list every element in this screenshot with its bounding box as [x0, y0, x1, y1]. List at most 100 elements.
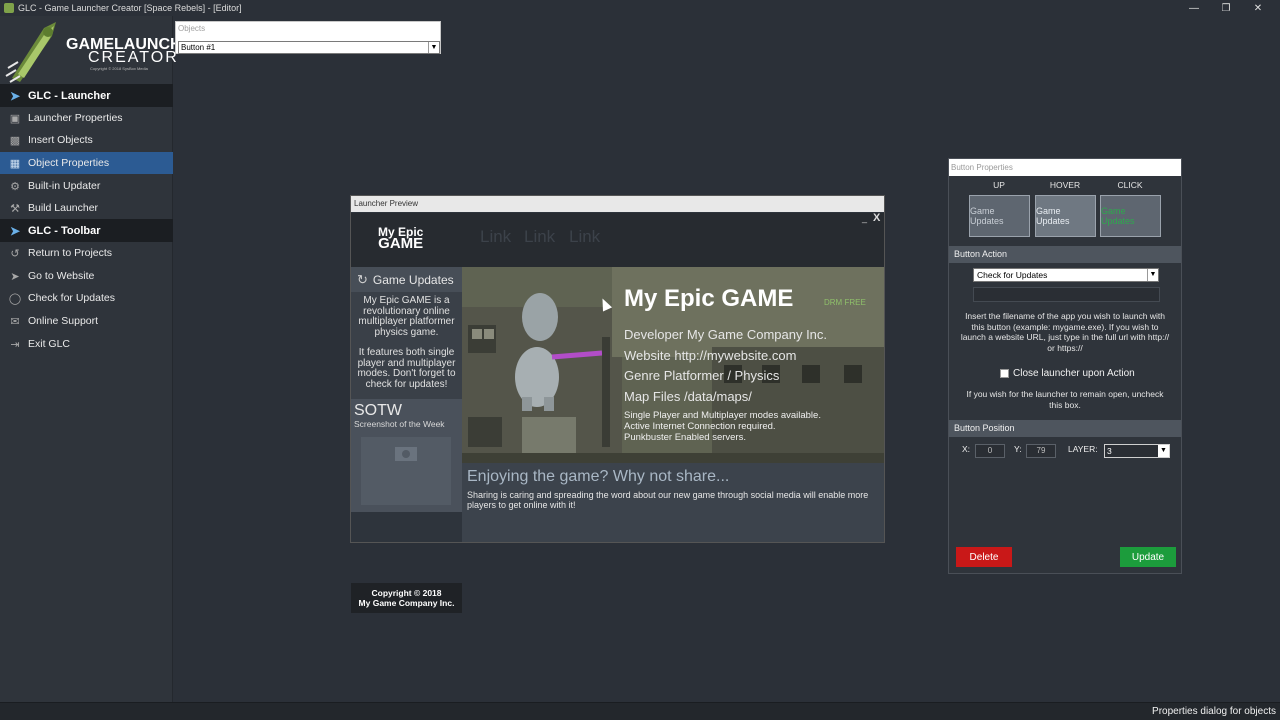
layer-value: 3: [1107, 446, 1112, 456]
info-line-1: Single Player and Multiplayer modes avai…: [624, 410, 821, 421]
drm-badge: DRM FREE: [824, 298, 866, 307]
state-preview-click: Game Updates: [1101, 206, 1135, 226]
sotw-panel: SOTW Screenshot of the Week: [351, 399, 462, 512]
action-help-text: Insert the filename of the app you wish …: [960, 311, 1170, 353]
button-position-section: Button Position: [949, 420, 1181, 437]
build-icon: ⚒: [10, 202, 20, 215]
layer-label: LAYER:: [1068, 444, 1098, 454]
insert-icon: ▩: [9, 134, 21, 147]
preview-main-banner: My Epic GAME DRM FREE Developer My Game …: [462, 267, 884, 463]
sidebar: GAMELAUNCHER CREATOR Copyright © 2018 Sy…: [0, 16, 204, 702]
sidebar-item-go-to-website[interactable]: ➤ Go to Website: [0, 265, 173, 287]
button-action-dropdown[interactable]: Check for Updates ▼: [973, 268, 1159, 282]
button-properties-panel: Button Properties UP HOVER CLICK Game Up…: [948, 158, 1182, 574]
rocket-icon: ➤: [9, 88, 21, 103]
objects-selected: Button #1: [181, 43, 216, 52]
copyright-line-2: My Game Company Inc.: [358, 597, 455, 608]
state-image-up[interactable]: Game Updates: [969, 195, 1030, 237]
preview-description-2: It features both single player and multi…: [357, 347, 456, 390]
exit-icon: ⇥: [10, 338, 20, 351]
y-label: Y:: [1014, 444, 1022, 454]
objects-panel: Objects Button #1 ▼: [175, 21, 441, 54]
button-action-section: Button Action: [949, 246, 1181, 263]
restore-button[interactable]: ❐: [1210, 0, 1242, 16]
chevron-down-icon: ▼: [428, 42, 439, 53]
chevron-down-icon: ▼: [1147, 269, 1158, 281]
window-controls: — ❐ ✕: [1178, 0, 1274, 16]
x-label: X:: [962, 444, 971, 454]
status-text: Properties dialog for objects: [1152, 706, 1276, 717]
sidebar-item-object-properties[interactable]: ▦ Object Properties: [0, 152, 173, 174]
preview-header: My Epic GAME Link Link Link _ X: [351, 212, 884, 267]
preview-left-panel: ↻ Game Updates My Epic GAME is a revolut…: [351, 267, 462, 613]
rocket-icon: ➤: [9, 223, 21, 238]
layer-dropdown[interactable]: 3 ▼: [1104, 444, 1170, 458]
minimize-button[interactable]: —: [1178, 0, 1210, 16]
state-image-hover[interactable]: Game Updates: [1035, 195, 1096, 237]
delete-button[interactable]: Delete: [956, 547, 1012, 567]
sidebar-item-built-in-updater[interactable]: ⚙ Built-in Updater: [0, 175, 173, 197]
game-title: My Epic GAME: [624, 285, 794, 312]
status-bar: Properties dialog for objects: [0, 702, 1280, 720]
info-line-3: Punkbuster Enabled servers.: [624, 432, 746, 443]
sidebar-item-label: Online Support: [28, 315, 99, 327]
close-launcher-label: Close launcher upon Action: [1013, 368, 1135, 379]
refresh-icon: ↻: [357, 271, 368, 287]
preview-minimize-button[interactable]: _: [862, 213, 867, 223]
sidebar-item-build-launcher[interactable]: ⚒ Build Launcher: [0, 197, 173, 219]
sidebar-item-exit-glc[interactable]: ⇥ Exit GLC: [0, 333, 173, 355]
object-properties-icon: ▦: [9, 157, 21, 170]
updater-icon: ⚙: [10, 180, 20, 193]
sidebar-item-launcher-properties[interactable]: ▣ Launcher Properties: [0, 107, 173, 129]
preview-link-2[interactable]: Link: [524, 227, 555, 247]
sidebar-item-label: Object Properties: [28, 157, 110, 169]
state-label-up: UP: [993, 180, 1005, 190]
sidebar-item-return-to-projects[interactable]: ↺ Return to Projects: [0, 242, 173, 264]
state-label-hover: HOVER: [1049, 180, 1081, 190]
launcher-preview-window: Launcher Preview My Epic GAME Link Link …: [350, 195, 885, 613]
sidebar-item-label: Launcher Properties: [28, 112, 123, 124]
game-updates-label: Game Updates: [372, 272, 454, 287]
sotw-image-placeholder: [361, 437, 451, 505]
checkbox-box[interactable]: [1000, 369, 1009, 378]
preview-link-3[interactable]: Link: [569, 227, 600, 247]
preview-link-1[interactable]: Link: [480, 227, 511, 247]
close-launcher-checkbox[interactable]: Close launcher upon Action: [1000, 368, 1135, 379]
window-title: GLC - Game Launcher Creator [Space Rebel…: [18, 3, 242, 13]
sidebar-item-label: Exit GLC: [28, 338, 71, 350]
sidebar-item-label: Built-in Updater: [28, 180, 101, 192]
section-glc-toolbar: ➤ GLC - Toolbar: [0, 219, 173, 242]
rocket-logo-icon: [5, 22, 56, 83]
button-action-input[interactable]: [973, 287, 1160, 302]
properties-icon: ▣: [9, 112, 21, 125]
section-glc-launcher: ➤ GLC - Launcher: [0, 84, 173, 107]
preview-share-footer: Enjoying the game? Why not share... Shar…: [462, 463, 884, 542]
close-help-text: If you wish for the launcher to remain o…: [966, 389, 1164, 410]
state-image-click[interactable]: Game Updates: [1100, 195, 1161, 237]
image-placeholder-icon: [395, 447, 417, 461]
brand-bottom: GAME: [378, 235, 424, 252]
objects-dropdown[interactable]: Button #1 ▼: [178, 41, 440, 54]
loading-icon: ◯: [8, 292, 22, 305]
sidebar-item-label: Return to Projects: [28, 247, 113, 259]
sidebar-item-check-for-updates[interactable]: ◯ Check for Updates: [0, 287, 173, 309]
title-bar: GLC - Game Launcher Creator [Space Rebel…: [0, 0, 1280, 16]
sidebar-item-insert-objects[interactable]: ▩ Insert Objects: [0, 129, 173, 151]
preview-close-button[interactable]: X: [873, 212, 880, 224]
update-button[interactable]: Update: [1120, 547, 1176, 567]
sidebar-item-label: Check for Updates: [28, 292, 115, 304]
app-icon: [4, 3, 14, 13]
preview-brand: My Epic GAME: [378, 226, 424, 252]
info-line-2: Active Internet Connection required.: [624, 421, 776, 432]
close-button[interactable]: ✕: [1242, 0, 1274, 16]
sidebar-item-label: Insert Objects: [28, 134, 93, 146]
logo-text-bottom: CREATOR: [88, 49, 179, 66]
game-updates-button[interactable]: ↻ Game Updates: [351, 267, 462, 292]
sidebar-item-online-support[interactable]: ✉ Online Support: [0, 310, 173, 332]
y-input[interactable]: 79: [1026, 444, 1056, 458]
section-label: GLC - Toolbar: [28, 224, 101, 237]
share-text: Sharing is caring and spreading the word…: [467, 490, 869, 510]
x-input[interactable]: 0: [975, 444, 1005, 458]
preview-title: Launcher Preview: [351, 196, 884, 212]
state-preview-hover: Game Updates: [1036, 206, 1070, 226]
